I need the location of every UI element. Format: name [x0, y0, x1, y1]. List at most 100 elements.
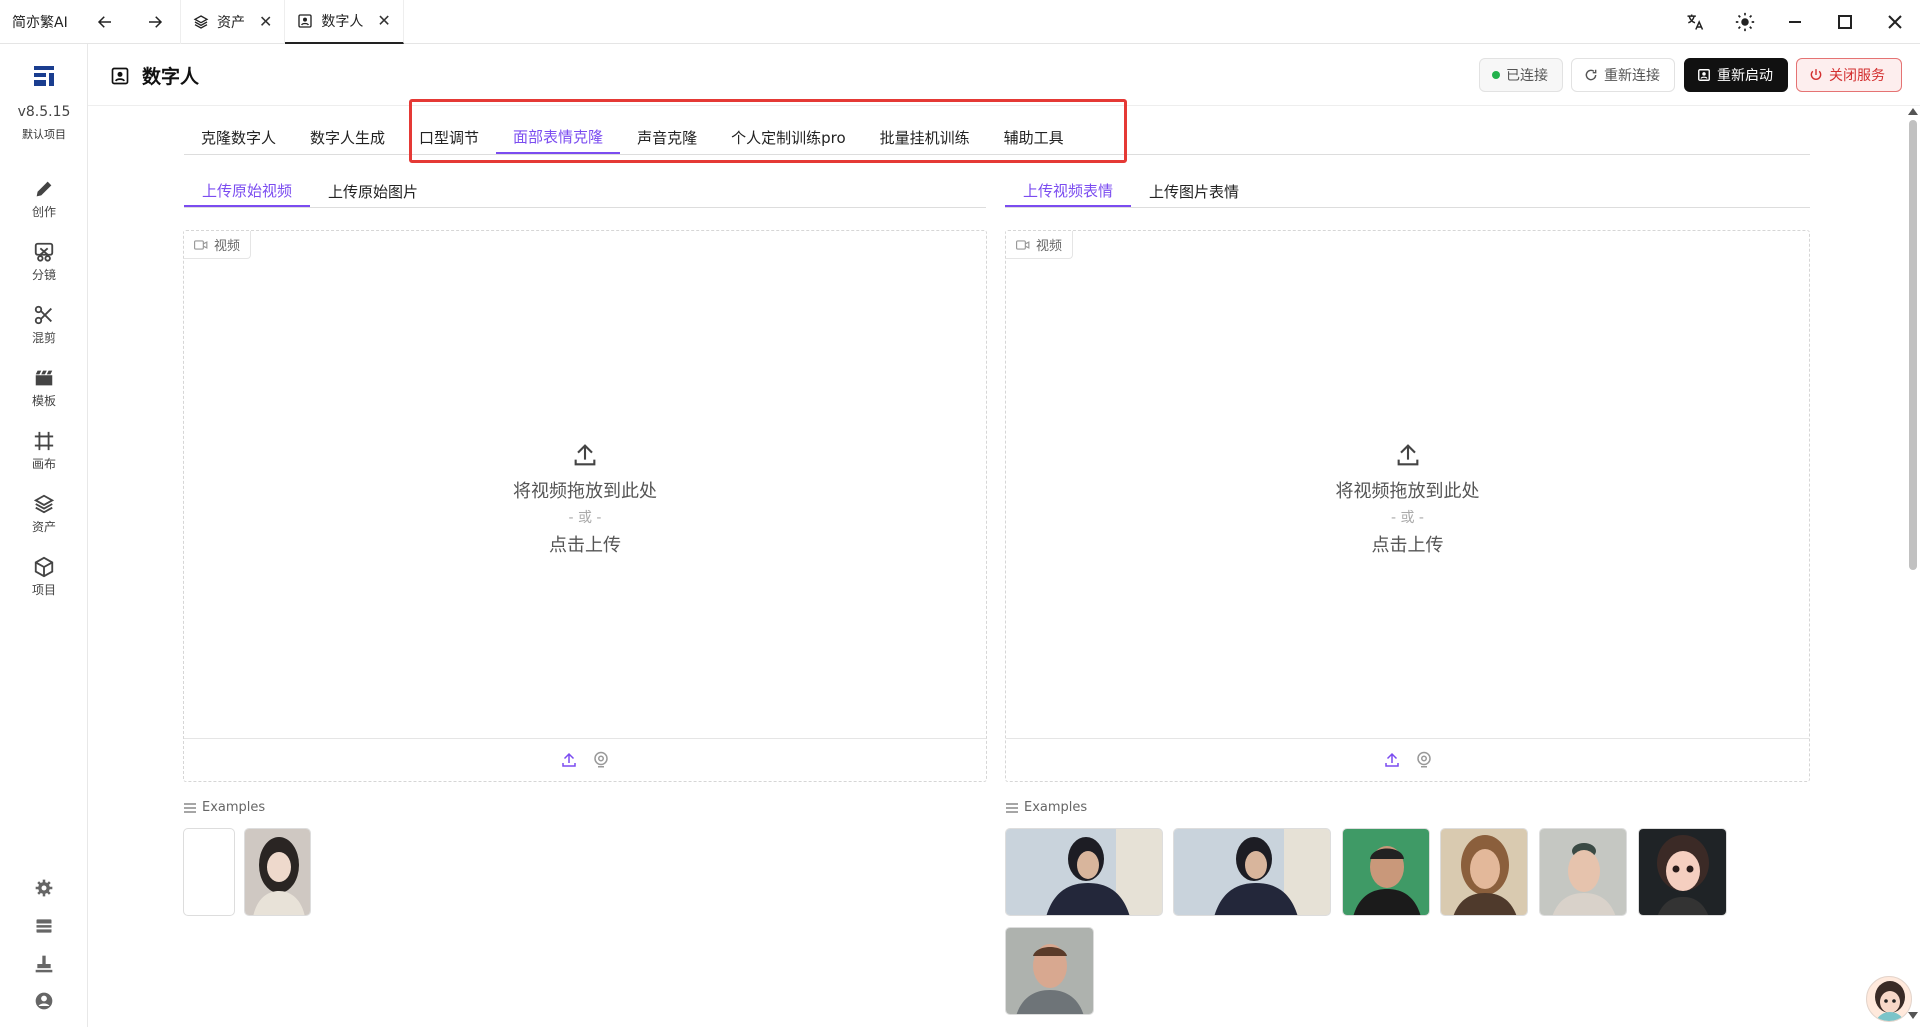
upload-icon [574, 444, 596, 466]
portrait-woman-image [1441, 829, 1527, 915]
storyboard-icon [34, 242, 54, 262]
current-project[interactable]: 默认项目 [0, 126, 88, 142]
webcam-icon [1416, 751, 1431, 768]
sidebar-item-templates[interactable]: 模板 [0, 367, 88, 409]
examples-label: Examples [1006, 800, 1087, 815]
scroll-up-arrow-icon[interactable] [1908, 108, 1918, 115]
avatar-cartoon-image [1639, 829, 1726, 915]
sidebar: v8.5.15 默认项目 创作 分镜 混剪 模板 画布 资产 项目 [0, 44, 88, 1027]
maximize-button[interactable] [1820, 0, 1870, 44]
portrait-icon [298, 13, 313, 28]
tab-digital-human-generate[interactable]: 数字人生成 [293, 120, 402, 154]
video-drop-zone[interactable]: 将视频拖放到此处 - 或 - 点击上传 [1006, 259, 1809, 739]
tab-upload-source-video[interactable]: 上传原始视频 [184, 175, 311, 207]
example-thumbnail[interactable] [1638, 828, 1727, 916]
assistant-avatar[interactable] [1866, 976, 1912, 1022]
maximize-icon [1838, 15, 1852, 29]
source-video-upload: 视频 将视频拖放到此处 - 或 - 点击上传 [183, 230, 987, 782]
theme-toggle-button[interactable] [1720, 0, 1770, 44]
tasks-button[interactable] [0, 916, 88, 936]
left-sub-tabs: 上传原始视频 上传原始图片 [184, 175, 986, 208]
close-icon [1888, 15, 1902, 29]
tab-clone-digital-human[interactable]: 克隆数字人 [184, 120, 293, 154]
sidebar-item-label: 创作 [31, 205, 56, 219]
reconnect-button[interactable]: 重新连接 [1571, 58, 1675, 92]
restart-label: 重新启动 [1717, 68, 1773, 84]
sidebar-item-assets[interactable]: 资产 [0, 493, 88, 535]
scroll-down-arrow-icon[interactable] [1908, 1012, 1918, 1019]
video-frame-man-image [1006, 829, 1162, 915]
arrow-right-icon [149, 15, 163, 28]
drop-text: 将视频拖放到此处 [513, 481, 657, 502]
back-button[interactable] [80, 0, 130, 44]
video-drop-zone[interactable]: 将视频拖放到此处 - 或 - 点击上传 [184, 259, 986, 739]
portrait-man-image [1006, 928, 1093, 1014]
account-button[interactable] [0, 991, 88, 1011]
close-tab-icon[interactable]: ✕ [259, 12, 272, 31]
webcam-button[interactable] [592, 751, 610, 769]
status-dot-icon [1492, 71, 1500, 79]
panel-footer [184, 738, 986, 781]
sidebar-item-storyboard[interactable]: 分镜 [0, 241, 88, 283]
example-thumbnail[interactable] [1440, 828, 1528, 916]
sidebar-item-mix-edit[interactable]: 混剪 [0, 304, 88, 346]
tab-upload-expression-image[interactable]: 上传图片表情 [1131, 175, 1257, 207]
example-thumbnail[interactable] [1173, 828, 1331, 916]
app-version: v8.5.15 [17, 104, 71, 120]
examples-label: Examples [184, 800, 265, 815]
app-logo-icon [34, 66, 54, 86]
upload-file-button[interactable] [1383, 751, 1401, 769]
layers-icon [193, 14, 209, 29]
clapper-icon [35, 370, 53, 386]
sidebar-item-label: 分镜 [31, 268, 56, 282]
list-icon [36, 919, 52, 933]
expression-video-upload: 视频 将视频拖放到此处 - 或 - 点击上传 [1005, 230, 1810, 782]
scrollbar-thumb[interactable] [1909, 120, 1917, 570]
example-thumbnail[interactable] [1005, 828, 1163, 916]
list-icon [184, 802, 196, 813]
sidebar-item-create[interactable]: 创作 [0, 178, 88, 220]
stamp-icon [35, 955, 53, 973]
upload-icon [1397, 444, 1418, 466]
translate-icon [1687, 14, 1704, 30]
tab-upload-expression-video[interactable]: 上传视频表情 [1005, 175, 1132, 207]
connection-status-badge: 已连接 [1479, 58, 1563, 92]
minimize-button[interactable] [1770, 0, 1820, 44]
settings-button[interactable] [0, 878, 88, 898]
tab-digital-human[interactable]: 数字人 ✕ [285, 0, 404, 44]
sidebar-item-canvas[interactable]: 画布 [0, 430, 88, 472]
gear-icon [35, 879, 53, 897]
example-thumbnail[interactable] [183, 828, 235, 916]
tab-upload-source-image[interactable]: 上传原始图片 [310, 175, 436, 207]
panel-tag: 视频 [184, 231, 252, 259]
page-header: 数字人 已连接 重新连接 重新启动 关闭服务 [88, 44, 1920, 106]
connection-status-label: 已连接 [1506, 68, 1548, 84]
portrait-icon [111, 67, 129, 84]
or-text: - 或 - [568, 510, 602, 526]
example-thumbnail[interactable] [1342, 828, 1430, 916]
close-tab-icon[interactable]: ✕ [377, 11, 390, 30]
sidebar-item-label: 画布 [31, 457, 56, 471]
account-icon [35, 992, 53, 1010]
tab-assets[interactable]: 资产 ✕ [180, 0, 286, 44]
forward-button[interactable] [130, 0, 180, 44]
translate-button[interactable] [1670, 0, 1720, 44]
cube-icon [34, 556, 54, 578]
webcam-button[interactable] [1415, 751, 1433, 769]
title-bar: 简亦繁AI 资产 ✕ 数字人 ✕ [0, 0, 1920, 44]
video-camera-icon [194, 239, 208, 250]
close-service-label: 关闭服务 [1829, 68, 1885, 84]
upload-file-button[interactable] [560, 751, 578, 769]
upload-icon [562, 752, 576, 767]
tab-label: 数字人 [321, 13, 364, 30]
example-thumbnail[interactable] [244, 828, 311, 916]
close-service-button[interactable]: 关闭服务 [1796, 58, 1902, 92]
restart-button[interactable]: 重新启动 [1684, 58, 1788, 92]
click-upload-text: 点击上传 [549, 535, 621, 556]
example-thumbnail[interactable] [1005, 927, 1094, 1015]
layers-icon [33, 494, 55, 514]
close-window-button[interactable] [1870, 0, 1920, 44]
example-thumbnail[interactable] [1539, 828, 1627, 916]
sidebar-item-projects[interactable]: 项目 [0, 556, 88, 598]
tools-button[interactable] [0, 954, 88, 974]
